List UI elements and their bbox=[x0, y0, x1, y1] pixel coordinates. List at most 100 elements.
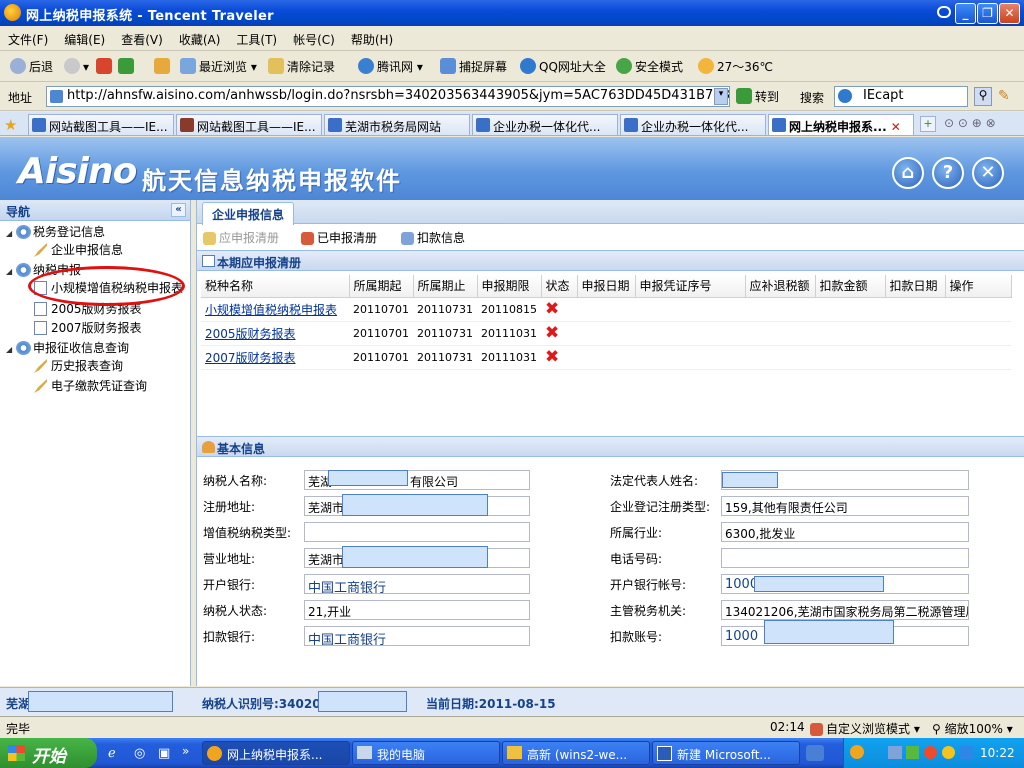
menu-favorites[interactable]: 收藏(A) bbox=[171, 27, 229, 52]
screenshot-icon bbox=[440, 58, 456, 74]
quicklaunch-desktop-icon[interactable]: ▣ bbox=[158, 746, 170, 761]
col-status[interactable]: 状态 bbox=[541, 275, 578, 298]
tab-nav-icons[interactable]: ⊙ ⊙ ⊕ ⊗ bbox=[944, 116, 996, 130]
col-refund-amount[interactable]: 应补退税额 bbox=[745, 275, 816, 298]
go-button[interactable]: 转到 bbox=[736, 88, 779, 105]
weather-sun-icon bbox=[698, 58, 714, 74]
url-input[interactable]: http://ahnsfw.aisino.com/anhwssb/login.d… bbox=[46, 86, 730, 107]
taskbar-word-doc[interactable]: 新建 Microsoft... bbox=[652, 741, 800, 765]
nav-item-enterprise-info[interactable]: 企业申报信息 bbox=[34, 241, 123, 258]
new-tab-icon[interactable]: + bbox=[920, 116, 936, 132]
menu-view[interactable]: 查看(V) bbox=[113, 27, 171, 52]
chat-icon[interactable] bbox=[937, 6, 951, 18]
search-input[interactable]: IEcapt bbox=[834, 86, 968, 107]
highlight-pen-icon[interactable]: ✎ bbox=[998, 88, 1010, 104]
quicklaunch-more-icon[interactable]: » bbox=[182, 744, 189, 758]
col-deduct-amount[interactable]: 扣款金额 bbox=[815, 275, 886, 298]
redaction-mask bbox=[342, 494, 488, 516]
recent-button[interactable]: 最近浏览 ▾ bbox=[180, 58, 257, 75]
tab-screenshot-tool-2[interactable]: 网站截图工具——IE... bbox=[176, 114, 322, 135]
row-tax-name-link[interactable]: 2005版财务报表 bbox=[205, 327, 296, 341]
tab-tax-system[interactable]: 网上纳税申报系... ✕ bbox=[768, 114, 914, 135]
url-dropdown-button[interactable]: ▾ bbox=[714, 88, 728, 105]
deduction-info-button[interactable]: 扣款信息 bbox=[401, 229, 465, 246]
taxpayer-id: 纳税人识别号:34020 bbox=[202, 697, 321, 711]
minimize-button[interactable]: _ bbox=[955, 3, 976, 24]
nav-item-2007-financial[interactable]: 2007版财务报表 bbox=[34, 319, 142, 336]
table-row[interactable]: 小规模增值税纳税申报表 20110701 20110731 20110815 ✖ bbox=[201, 297, 1011, 322]
tab-enterprise-tax-1[interactable]: 企业办税一体化代... bbox=[472, 114, 618, 135]
home-button[interactable] bbox=[154, 58, 173, 74]
tab-wuhu-tax[interactable]: 芜湖市税务局网站 bbox=[324, 114, 470, 135]
redaction-mask bbox=[318, 691, 407, 712]
exit-icon[interactable]: ✕ bbox=[972, 157, 1004, 189]
quicklaunch-browser-icon[interactable]: ◎ bbox=[134, 746, 145, 761]
table-row[interactable]: 2005版财务报表 20110701 20110731 20111031 ✖ bbox=[201, 321, 1011, 346]
zoom-button[interactable]: ⚲ 缩放100% ▾ bbox=[932, 720, 1013, 737]
collapse-nav-button[interactable]: « bbox=[171, 203, 186, 217]
qq-sites-button[interactable]: QQ网址大全 bbox=[520, 58, 606, 75]
close-tab-icon[interactable]: ✕ bbox=[891, 120, 901, 134]
nav-group-tax-registration[interactable]: ◢ 税务登记信息 bbox=[6, 223, 105, 240]
tencent-icon bbox=[358, 58, 374, 74]
lock-icon[interactable]: ⌂ bbox=[892, 157, 924, 189]
nav-group-collection-query[interactable]: ◢ 申报征收信息查询 bbox=[6, 339, 129, 356]
col-filing-date[interactable]: 申报日期 bbox=[577, 275, 636, 298]
menu-file[interactable]: 文件(F) bbox=[0, 27, 56, 52]
language-bar-icon[interactable] bbox=[806, 745, 824, 761]
tray-network-icon[interactable] bbox=[888, 746, 902, 759]
weather-widget[interactable]: 27～36℃ bbox=[698, 58, 773, 75]
back-button[interactable]: 后退 bbox=[10, 58, 53, 75]
menu-account[interactable]: 帐号(C) bbox=[285, 27, 343, 52]
pending-list-button[interactable]: 应申报清册 bbox=[203, 229, 279, 246]
help-icon[interactable]: ? bbox=[932, 157, 964, 189]
col-deduct-date[interactable]: 扣款日期 bbox=[885, 275, 946, 298]
row-tax-name-link[interactable]: 2007版财务报表 bbox=[205, 351, 296, 365]
favorites-star-icon[interactable]: ★ bbox=[4, 116, 20, 134]
tray-security-icon[interactable] bbox=[906, 746, 919, 759]
taskbar-remote-session[interactable]: 高新 (wins2-we... bbox=[502, 741, 650, 765]
col-tax-name[interactable]: 税种名称 bbox=[201, 275, 350, 298]
stop-button[interactable] bbox=[96, 58, 115, 74]
nav-item-history-query[interactable]: 历史报表查询 bbox=[34, 357, 123, 374]
tab-screenshot-tool-1[interactable]: 网站截图工具——IE... bbox=[28, 114, 174, 135]
safe-mode-button[interactable]: 安全模式 bbox=[616, 58, 683, 75]
globe-icon bbox=[520, 58, 536, 74]
search-icon[interactable]: ⚲ bbox=[974, 87, 992, 106]
quicklaunch-ie-icon[interactable]: ℯ bbox=[108, 746, 116, 761]
refresh-icon bbox=[118, 58, 134, 74]
col-voucher-no[interactable]: 申报凭证序号 bbox=[635, 275, 746, 298]
tray-volume-icon[interactable] bbox=[960, 746, 973, 759]
start-button[interactable]: 开始 bbox=[0, 738, 97, 768]
taskbar-tax-system[interactable]: 网上纳税申报系... bbox=[202, 741, 350, 765]
col-deadline[interactable]: 申报期限 bbox=[477, 275, 542, 298]
tray-messenger-icon[interactable] bbox=[942, 746, 955, 759]
tray-browser-icon[interactable] bbox=[850, 745, 864, 759]
menu-help[interactable]: 帮助(H) bbox=[343, 27, 401, 52]
row-tax-name-link[interactable]: 小规模增值税纳税申报表 bbox=[205, 303, 337, 317]
close-window-button[interactable]: ✕ bbox=[999, 3, 1020, 24]
tray-app-icon[interactable] bbox=[924, 746, 937, 759]
tencent-button[interactable]: 腾讯网 ▾ bbox=[358, 58, 423, 75]
nav-item-e-receipt-query[interactable]: 电子缴款凭证查询 bbox=[34, 377, 147, 394]
table-row[interactable]: 2007版财务报表 20110701 20110731 20111031 ✖ bbox=[201, 345, 1011, 370]
browse-mode-button[interactable]: 自定义浏览模式 ▾ bbox=[810, 720, 920, 737]
tab-favicon bbox=[476, 118, 490, 132]
col-period-end[interactable]: 所属期止 bbox=[413, 275, 478, 298]
taskbar-my-computer[interactable]: 我的电脑 bbox=[352, 741, 500, 765]
maximize-button[interactable]: ❐ bbox=[977, 3, 998, 24]
forward-button[interactable]: ▾ bbox=[64, 58, 89, 74]
tab-favicon bbox=[32, 118, 46, 132]
refresh-button[interactable] bbox=[118, 58, 137, 74]
tab-enterprise-tax-2[interactable]: 企业办税一体化代... bbox=[620, 114, 766, 135]
col-period-start[interactable]: 所属期起 bbox=[349, 275, 414, 298]
capture-button[interactable]: 捕捉屏幕 bbox=[440, 58, 507, 75]
row-start: 20110701 bbox=[349, 321, 413, 346]
filed-list-button[interactable]: 已申报清册 bbox=[301, 229, 377, 246]
menu-edit[interactable]: 编辑(E) bbox=[56, 27, 113, 52]
clear-history-button[interactable]: 清除记录 bbox=[268, 58, 335, 75]
tab-enterprise-filing-info[interactable]: 企业申报信息 bbox=[202, 202, 295, 225]
col-action[interactable]: 操作 bbox=[945, 275, 1012, 298]
window-titlebar[interactable]: 网上纳税申报系统 - Tencent Traveler _ ❐ ✕ bbox=[0, 0, 1024, 26]
menu-tools[interactable]: 工具(T) bbox=[228, 27, 285, 52]
